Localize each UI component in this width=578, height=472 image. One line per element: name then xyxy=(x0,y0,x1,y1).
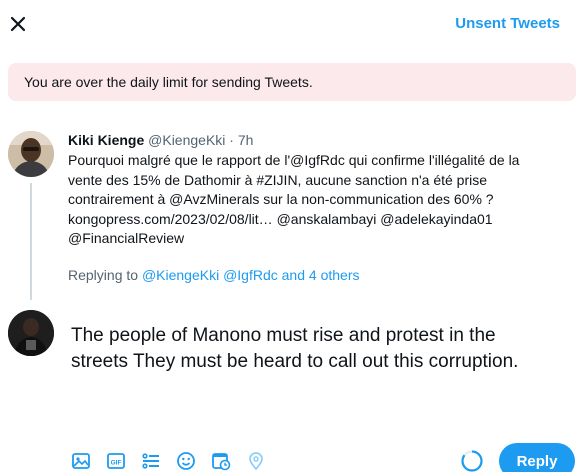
reply-button[interactable]: Reply xyxy=(499,443,575,472)
daily-limit-text: You are over the daily limit for sending… xyxy=(24,74,313,90)
close-icon xyxy=(10,16,26,32)
author-handle[interactable]: @KiengeKki xyxy=(148,132,225,148)
emoji-button[interactable] xyxy=(173,448,199,472)
replying-to-prefix: Replying to xyxy=(68,267,139,283)
gif-icon: GIF xyxy=(107,453,125,469)
svg-text:GIF: GIF xyxy=(111,460,122,467)
schedule-icon xyxy=(212,453,231,471)
original-author-avatar[interactable] xyxy=(8,131,54,177)
location-button[interactable] xyxy=(243,448,269,472)
tweet-line: contrairement à @AvzMinerals sur la non-… xyxy=(68,191,494,207)
tweet-time: 7h xyxy=(237,132,254,148)
author-name[interactable]: Kiki Kienge xyxy=(68,132,144,148)
tweet-line: Pourquoi malgré que le rapport de l'@Igf… xyxy=(68,152,520,168)
meta-separator: · xyxy=(229,132,234,148)
poll-icon xyxy=(142,453,159,469)
gif-button[interactable]: GIF xyxy=(103,448,129,472)
media-button[interactable] xyxy=(68,448,94,472)
reply-line: streets They must be heard to call out t… xyxy=(71,351,519,372)
reply-line: The people of Manono must rise and prote… xyxy=(71,325,496,346)
unsent-tweets-link[interactable]: Unsent Tweets xyxy=(455,15,560,32)
composer-toolbar: GIF xyxy=(68,448,278,472)
current-user-avatar[interactable] xyxy=(8,310,54,356)
tweet-line: kongopress.com/2023/02/08/lit… @anskalam… xyxy=(68,210,493,227)
original-tweet-text: Pourquoi malgré que le rapport de l'@Igf… xyxy=(68,151,568,249)
poll-button[interactable] xyxy=(138,448,164,472)
daily-limit-banner: You are over the daily limit for sending… xyxy=(8,63,576,101)
reply-input[interactable]: The people of Manono must rise and prote… xyxy=(71,323,571,375)
thread-connector xyxy=(30,183,32,300)
replying-to-targets[interactable]: @KiengeKki @IgfRdc and 4 others xyxy=(142,267,360,283)
character-count-ring xyxy=(461,450,483,472)
image-icon xyxy=(72,453,90,469)
original-tweet-header: Kiki Kienge @KiengeKki · 7h xyxy=(68,132,253,148)
schedule-button[interactable] xyxy=(208,448,234,472)
close-button[interactable] xyxy=(6,10,30,38)
tweet-line: vente des 15% de Dathomir à #ZIJIN, aucu… xyxy=(68,171,488,188)
tweet-line: @FinancialReview xyxy=(68,230,185,246)
replying-to: Replying to @KiengeKki @IgfRdc and 4 oth… xyxy=(68,267,359,283)
emoji-icon xyxy=(177,452,195,470)
location-icon xyxy=(249,452,263,471)
